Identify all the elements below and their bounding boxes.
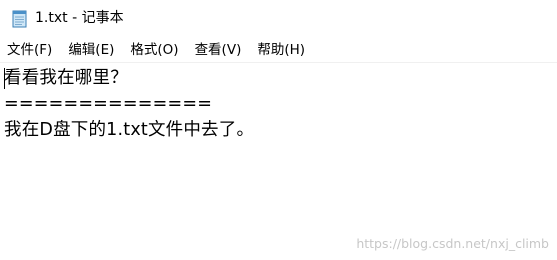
title-bar[interactable]: 1.txt - 记事本 [0, 0, 557, 36]
watermark: https://blog.csdn.net/nxj_climb [356, 236, 549, 251]
editor-line-3: 我在D盘下的1.txt文件中去了。 [4, 120, 255, 140]
editor-line-1: 看看我在哪里？ [4, 68, 128, 88]
text-editor[interactable]: 看看我在哪里？ ============== 我在D盘下的1.txt文件中去了。 [0, 63, 557, 260]
window-title: 1.txt - 记事本 [35, 10, 124, 26]
menu-help[interactable]: 帮助(H) [249, 40, 313, 60]
editor-line-2: ============== [4, 94, 213, 114]
notepad-icon [12, 10, 27, 28]
menu-edit[interactable]: 编辑(E) [60, 40, 122, 60]
menu-bar: 文件(F) 编辑(E) 格式(O) 查看(V) 帮助(H) [0, 39, 557, 61]
menu-view[interactable]: 查看(V) [187, 40, 250, 60]
menu-format[interactable]: 格式(O) [122, 40, 186, 60]
menu-file[interactable]: 文件(F) [0, 40, 60, 60]
